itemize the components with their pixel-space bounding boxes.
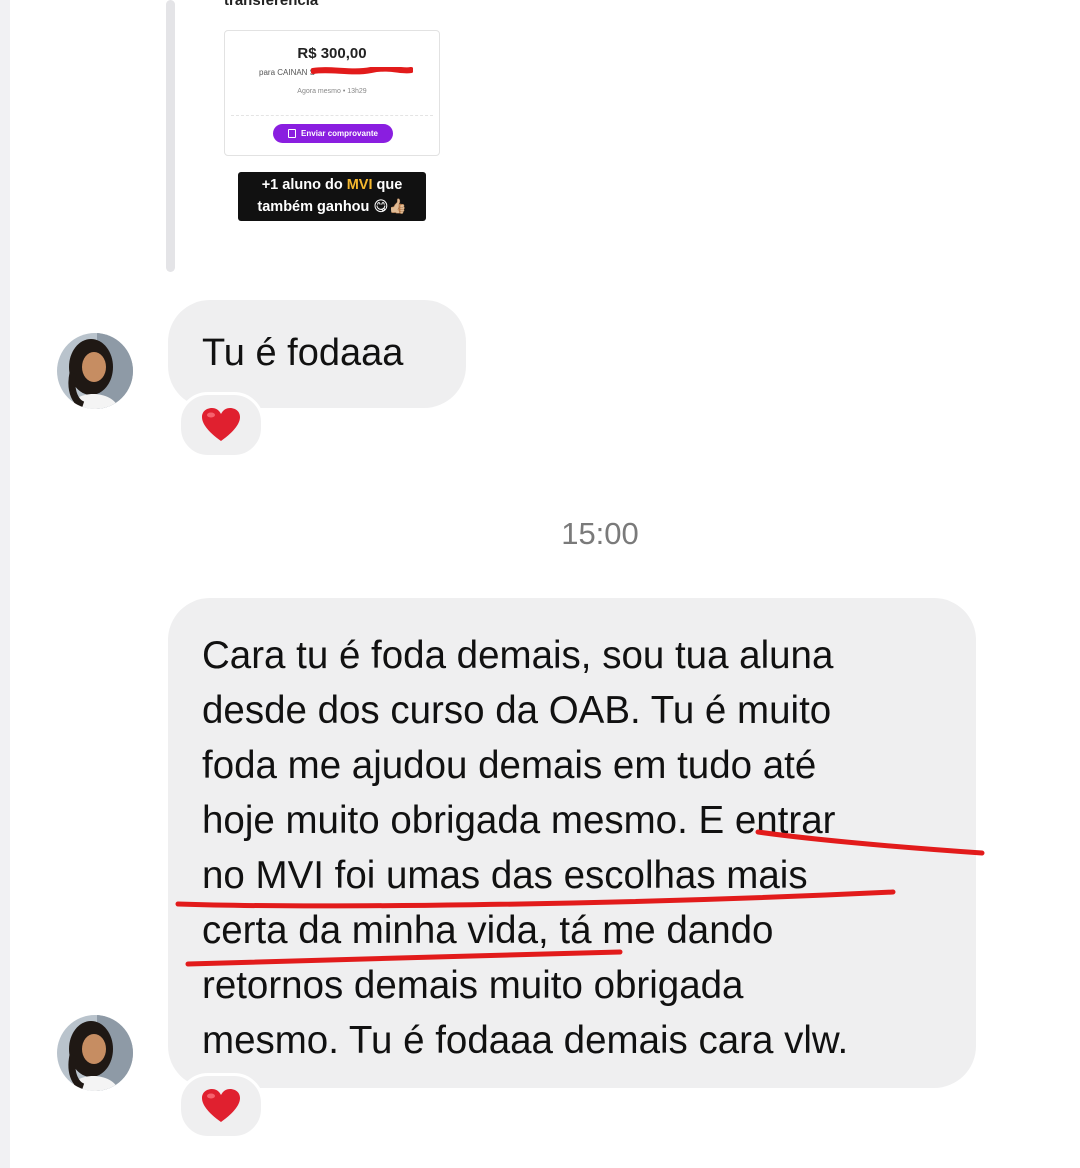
send-receipt-button: Enviar comprovante: [273, 124, 393, 143]
message-line: no MVI foi umas das escolhas mais: [202, 854, 808, 897]
avatar-photo: [57, 333, 133, 409]
story-caption: +1 aluno do MVI que também ganhou 😋👍🏼: [238, 172, 426, 221]
reply-indicator-line: [166, 0, 175, 272]
message-reaction[interactable]: [178, 1073, 264, 1139]
caption-suffix: que: [372, 177, 403, 193]
avatar-photo: [57, 1015, 133, 1091]
shared-story-preview[interactable]: transferência R$ 300,00 para CAINAN S Ag…: [180, 0, 480, 240]
message-line: hoje muito obrigada mesmo. E entrar: [202, 799, 836, 842]
receipt-amount: R$ 300,00: [297, 45, 367, 62]
sender-avatar[interactable]: [57, 1015, 133, 1091]
receipt-recipient: para CAINAN S: [259, 68, 316, 77]
message-line: retornos demais muito obrigada: [202, 964, 744, 1007]
message-text: Cara tu é foda demais, sou tua aluna des…: [202, 628, 962, 1068]
caption-prefix: +1 aluno do: [261, 177, 347, 193]
caption-highlight: MVI: [346, 177, 373, 193]
message-reaction[interactable]: [178, 392, 264, 458]
message-line: Cara tu é foda demais, sou tua aluna: [202, 634, 834, 677]
heart-emoji-icon: [202, 408, 240, 441]
document-icon: [288, 129, 297, 138]
story-top-text: transferência: [224, 0, 319, 9]
message-line: certa da minha vida, tá me dando: [202, 909, 774, 952]
sender-avatar[interactable]: [57, 333, 133, 409]
caption-line-2: também ganhou 😋👍🏼: [257, 199, 407, 215]
receipt-divider: [231, 115, 433, 116]
redaction-scribble: [311, 67, 413, 75]
message-line: desde dos curso da OAB. Tu é muito: [202, 689, 832, 732]
heart-emoji-icon: [202, 1089, 240, 1122]
message-text: Tu é fodaaa: [202, 332, 404, 374]
message-line: mesmo. Tu é fodaaa demais cara vlw.: [202, 1019, 849, 1062]
chat-timestamp: 15:00: [561, 516, 639, 551]
message-line: foda me ajudou demais em tudo até: [202, 744, 817, 787]
message-bubble[interactable]: Cara tu é foda demais, sou tua aluna des…: [168, 598, 976, 1088]
receipt-time: Agora mesmo • 13h29: [297, 88, 367, 95]
receipt-card: R$ 300,00 para CAINAN S Agora mesmo • 13…: [224, 30, 440, 156]
left-panel-edge: [0, 0, 10, 1168]
send-receipt-label: Enviar comprovante: [301, 129, 378, 138]
